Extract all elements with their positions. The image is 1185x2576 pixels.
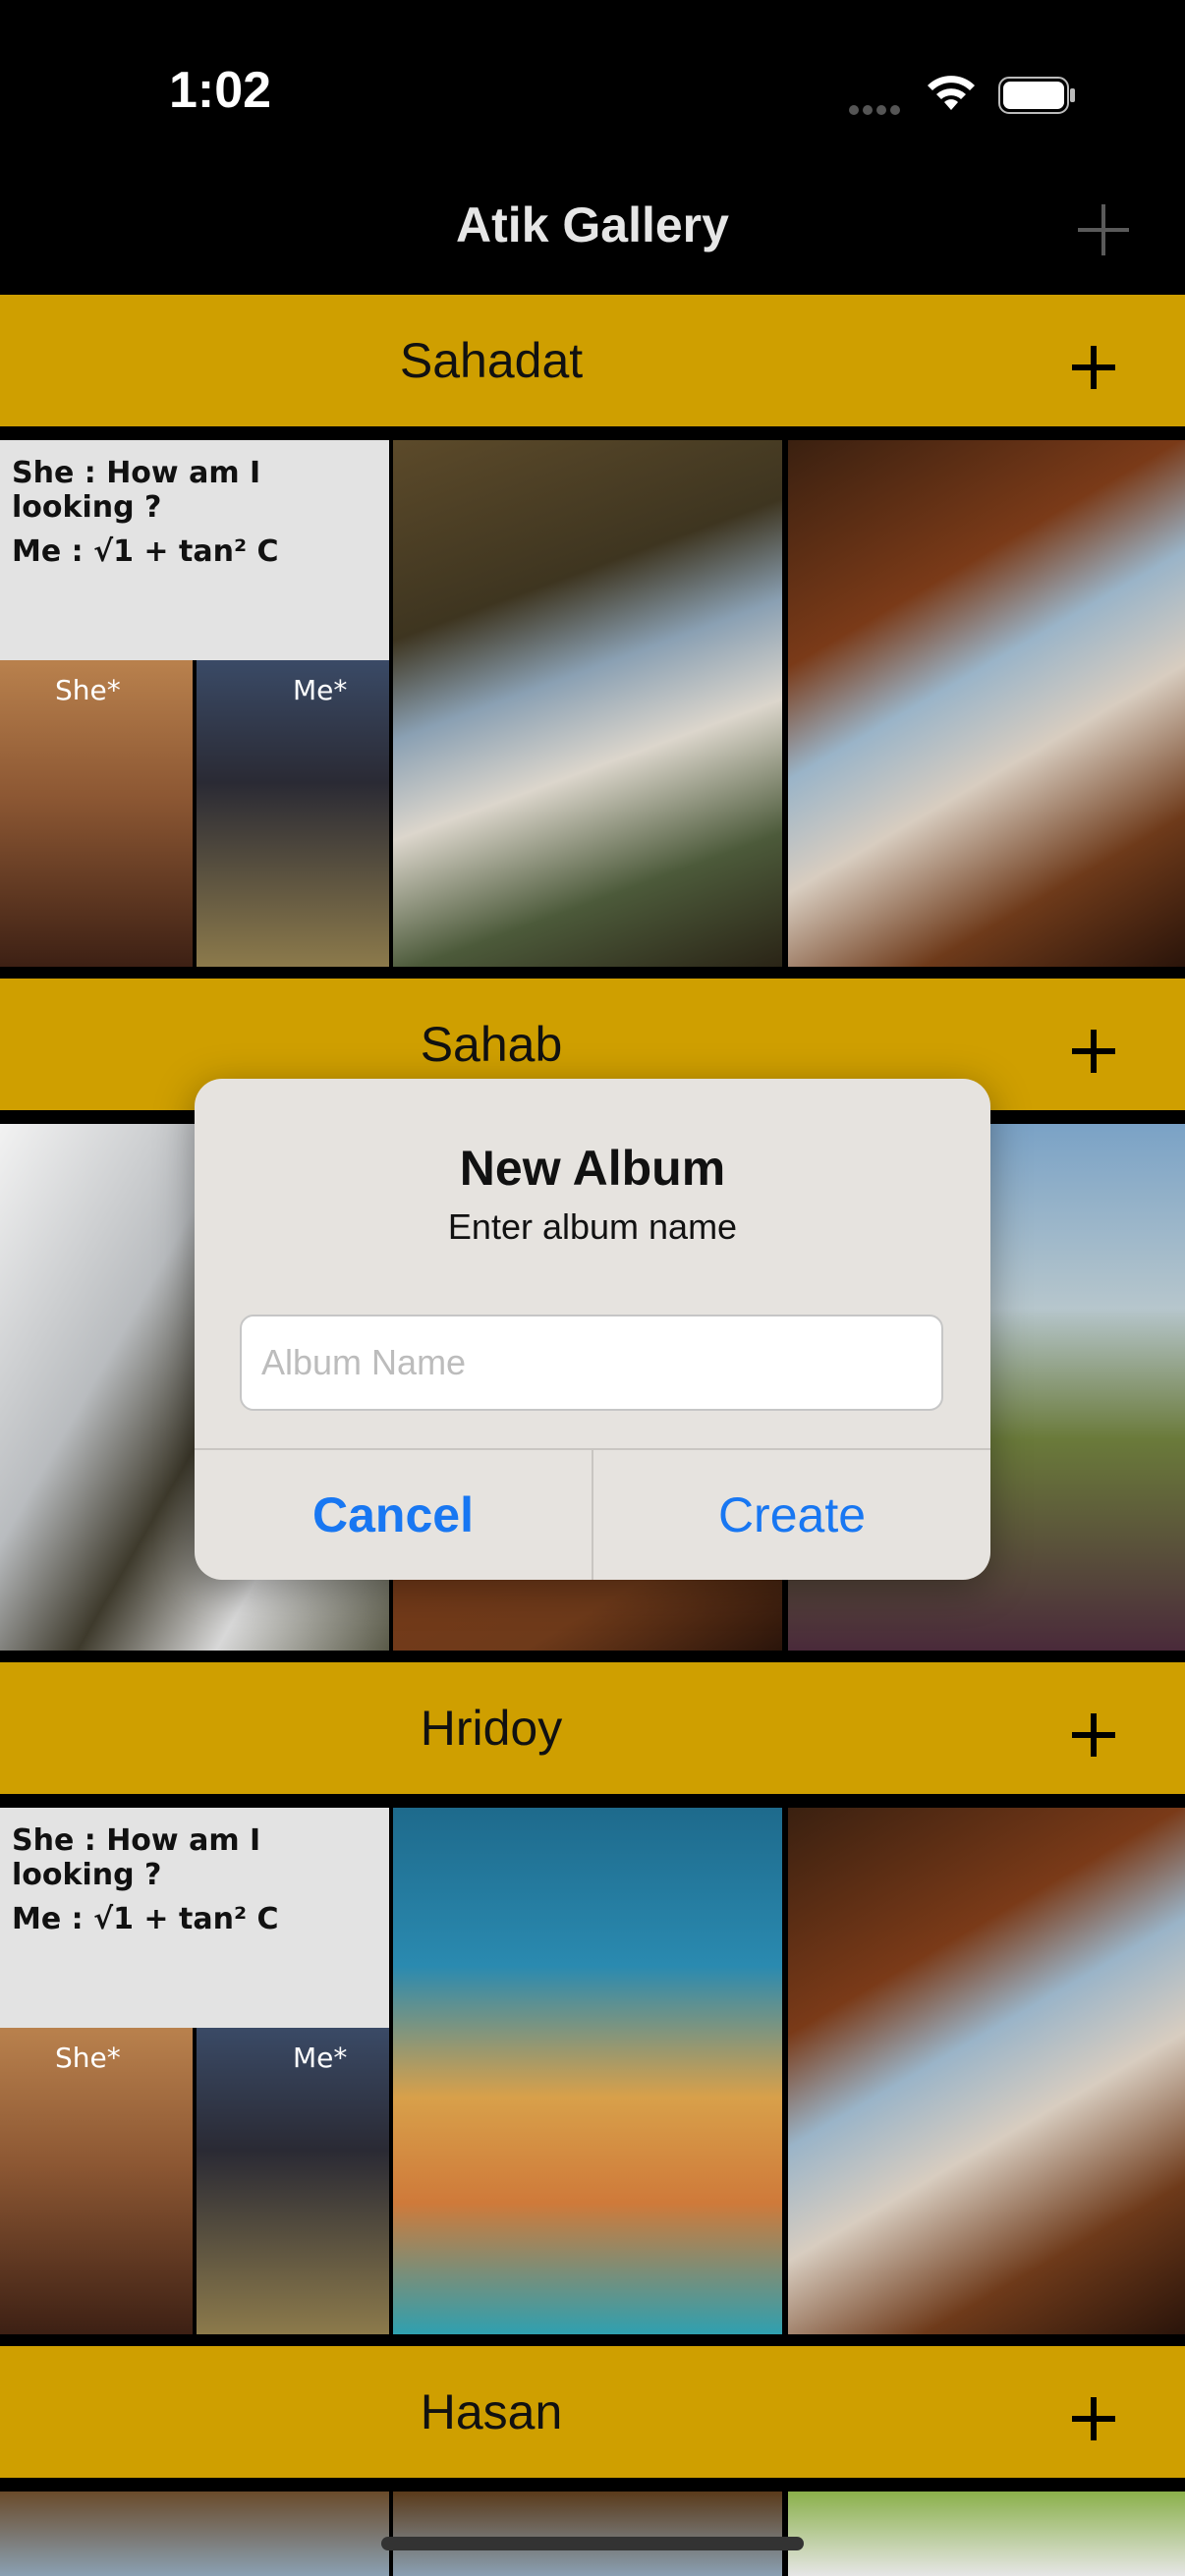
add-photo-button[interactable] <box>1066 1708 1121 1763</box>
photo-waterfall-1[interactable] <box>393 440 782 967</box>
add-album-button[interactable] <box>1076 202 1131 257</box>
photo-partial-1[interactable] <box>0 2492 389 2576</box>
photo-waterfall-2[interactable] <box>788 440 1185 967</box>
home-indicator[interactable] <box>381 2537 804 2550</box>
album-name: Sahadat <box>399 333 584 388</box>
photo-waterfall-3[interactable] <box>788 1808 1185 2334</box>
meme-caption-left: She* <box>55 2042 121 2074</box>
new-album-dialog: New Album Enter album name Cancel Create <box>195 1079 990 1580</box>
photo-meme[interactable]: She : How am I looking ? Me : √1 + tan² … <box>0 440 389 967</box>
cellular-signal-icon <box>849 102 906 115</box>
status-time: 1:02 <box>169 62 272 119</box>
meme-line1: She : How am I looking ? <box>12 1823 261 1892</box>
nav-title: Atik Gallery <box>456 197 729 252</box>
add-photo-button[interactable] <box>1066 1024 1121 1079</box>
album-header-sahadat: Sahadat <box>0 295 1185 426</box>
album-name: Sahab <box>420 1017 563 1072</box>
create-button[interactable]: Create <box>593 1450 990 1580</box>
wifi-icon <box>928 76 975 110</box>
cancel-button[interactable]: Cancel <box>195 1450 592 1580</box>
dialog-message: Enter album name <box>447 1206 738 1247</box>
meme-line2: Me : √1 + tan² C <box>12 1902 279 1936</box>
album-name: Hasan <box>420 2384 563 2439</box>
album-header-hridoy: Hridoy <box>0 1662 1185 1794</box>
add-photo-button[interactable] <box>1066 2391 1121 2446</box>
meme-caption-left: She* <box>55 674 121 706</box>
photo-partial-2[interactable] <box>393 2492 782 2576</box>
photo-group-people[interactable] <box>393 1808 782 2334</box>
meme-line2: Me : √1 + tan² C <box>12 534 279 569</box>
status-bar: 1:02 <box>0 0 1185 187</box>
add-photo-button[interactable] <box>1066 340 1121 395</box>
meme-caption-right: Me* <box>293 2042 348 2074</box>
battery-icon <box>998 77 1075 114</box>
dialog-title: New Album <box>459 1141 726 1196</box>
photo-meme[interactable]: She : How am I looking ? Me : √1 + tan² … <box>0 1808 389 2334</box>
photo-partial-3[interactable] <box>788 2492 1185 2576</box>
album-header-hasan: Hasan <box>0 2346 1185 2478</box>
meme-line1: She : How am I looking ? <box>12 456 261 525</box>
album-name: Hridoy <box>420 1701 563 1756</box>
meme-caption-right: Me* <box>293 674 348 706</box>
album-name-input[interactable] <box>240 1315 943 1411</box>
